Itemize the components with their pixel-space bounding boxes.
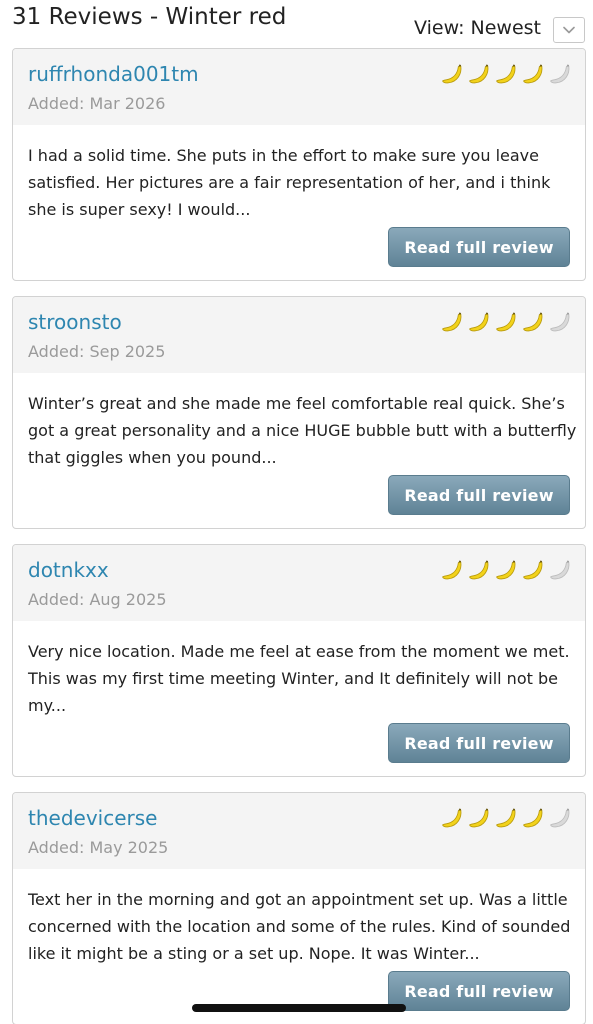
banana-icon xyxy=(496,312,516,332)
home-indicator-bar[interactable] xyxy=(192,1004,406,1012)
banana-icon xyxy=(496,560,516,580)
reviewer-name-link[interactable]: ruffrhonda001tm xyxy=(28,62,199,86)
reviewer-name-link[interactable]: thedevicerse xyxy=(28,806,157,830)
read-full-review-button[interactable]: Read full review xyxy=(388,475,570,515)
banana-icon xyxy=(496,64,516,84)
banana-icon xyxy=(469,64,489,84)
review-card-header: dotnkxx Added: Aug 2025 xyxy=(13,545,585,621)
review-excerpt: Very nice location. Made me feel at ease… xyxy=(28,642,570,715)
banana-icon xyxy=(442,312,462,332)
chevron-down-icon xyxy=(563,26,575,34)
banana-rating xyxy=(440,310,573,335)
review-card-header: stroonsto Added: Sep 2025 xyxy=(13,297,585,373)
review-card: thedevicerse Added: May 2025 Text her in… xyxy=(12,792,586,1024)
review-excerpt: Winter’s great and she made me feel comf… xyxy=(28,394,577,467)
banana-icon xyxy=(523,312,543,332)
review-date: Added: Aug 2025 xyxy=(28,590,167,609)
banana-icon xyxy=(469,312,489,332)
banana-rating xyxy=(440,806,573,831)
read-full-review-button[interactable]: Read full review xyxy=(388,227,570,267)
banana-icon xyxy=(550,560,570,580)
reviews-page: 31 Reviews - Winter red View: Newest ruf… xyxy=(0,0,593,1024)
banana-icon xyxy=(550,312,570,332)
banana-icon xyxy=(442,808,462,828)
banana-rating xyxy=(440,558,573,583)
reviews-header: 31 Reviews - Winter red View: Newest xyxy=(0,0,593,48)
banana-icon xyxy=(496,808,516,828)
review-date: Added: Mar 2026 xyxy=(28,94,166,113)
review-excerpt: Text her in the morning and got an appoi… xyxy=(28,890,571,963)
banana-icon xyxy=(442,64,462,84)
reviewer-name-link[interactable]: stroonsto xyxy=(28,310,122,334)
review-card: stroonsto Added: Sep 2025 Winter’s great… xyxy=(12,296,586,529)
reviewer-name-link[interactable]: dotnkxx xyxy=(28,558,109,582)
read-full-review-button[interactable]: Read full review xyxy=(388,723,570,763)
review-date: Added: Sep 2025 xyxy=(28,342,166,361)
banana-icon xyxy=(523,808,543,828)
banana-icon xyxy=(469,560,489,580)
banana-rating xyxy=(440,62,573,87)
banana-icon xyxy=(550,64,570,84)
page-title: 31 Reviews - Winter red xyxy=(12,4,287,30)
banana-icon xyxy=(523,64,543,84)
review-excerpt: I had a solid time. She puts in the effo… xyxy=(28,146,551,219)
review-card-header: thedevicerse Added: May 2025 xyxy=(13,793,585,869)
banana-icon xyxy=(469,808,489,828)
review-date: Added: May 2025 xyxy=(28,838,169,857)
review-card-header: ruffrhonda001tm Added: Mar 2026 xyxy=(13,49,585,125)
banana-icon xyxy=(523,560,543,580)
review-card: dotnkxx Added: Aug 2025 Very nice locati… xyxy=(12,544,586,777)
banana-icon xyxy=(550,808,570,828)
read-full-review-button[interactable]: Read full review xyxy=(388,971,570,1011)
sort-label[interactable]: View: Newest xyxy=(414,17,541,39)
banana-icon xyxy=(442,560,462,580)
sort-dropdown-button[interactable] xyxy=(553,17,585,43)
review-card: ruffrhonda001tm Added: Mar 2026 I had a … xyxy=(12,48,586,281)
